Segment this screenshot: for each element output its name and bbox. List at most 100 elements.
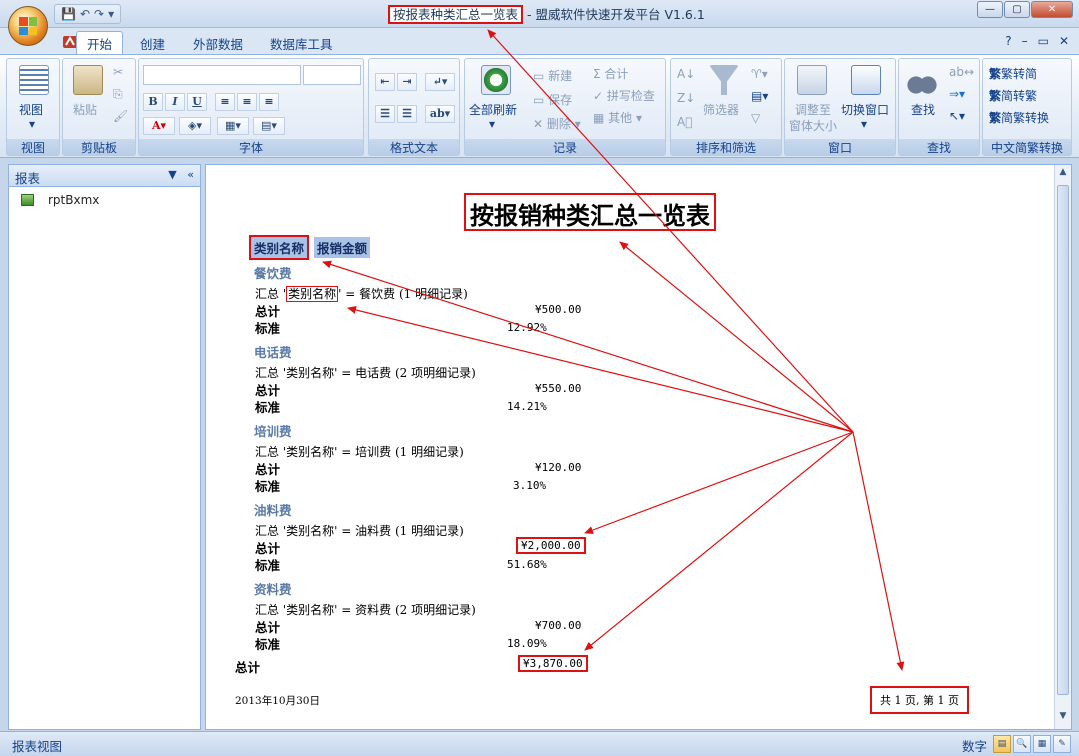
- find-button[interactable]: 查找: [911, 101, 935, 118]
- scroll-up-icon[interactable]: ▲: [1055, 167, 1071, 183]
- simplified-to-traditional-button[interactable]: 繁简转繁: [989, 87, 1037, 104]
- nav-item-rptbxmx[interactable]: rptBxmx: [21, 193, 99, 207]
- view-button[interactable]: 视图: [19, 101, 43, 118]
- cut-icon[interactable]: ✂: [113, 65, 123, 79]
- select-icon[interactable]: ↖▾: [949, 109, 965, 123]
- navigation-pane: 报表 ▼ « rptBxmx: [8, 164, 201, 730]
- align-left-icon[interactable]: ≡: [215, 93, 235, 111]
- totals-button[interactable]: Σ 合计: [593, 65, 628, 82]
- doc-restore-button[interactable]: ▭: [1038, 34, 1049, 48]
- window-controls: — ▢ ✕: [977, 1, 1073, 18]
- report-view-icon[interactable]: ▤: [993, 735, 1011, 753]
- filter-button[interactable]: 筛选器: [703, 101, 739, 118]
- size-to-fit-icon: [797, 65, 827, 95]
- goto-icon[interactable]: ⇒▾: [949, 87, 965, 101]
- group-standard: 18.09%: [507, 637, 547, 650]
- numbering-icon[interactable]: ☰: [375, 105, 395, 123]
- traditional-to-simplified-button[interactable]: 繁繁转简: [989, 65, 1037, 82]
- group-standard: 3.10%: [513, 479, 547, 492]
- refresh-all-button[interactable]: 全部刷新: [469, 101, 517, 118]
- group-find: 查找 ab↔ ⇒▾ ↖▾ 查找: [898, 58, 980, 156]
- design-view-icon[interactable]: ✎: [1053, 735, 1071, 753]
- group-records: 全部刷新 ▾ ▭ 新建 ▭ 保存 ✕ 删除 ▾ Σ 合计 ✓ 拼写检查 ▦ 其他…: [464, 58, 666, 156]
- group-label-clipboard: 剪贴板: [63, 139, 135, 155]
- bullets-icon[interactable]: ☰: [397, 105, 417, 123]
- switch-windows-dropdown-icon[interactable]: ▾: [861, 117, 867, 131]
- paste-button[interactable]: 粘贴: [73, 101, 97, 118]
- scroll-thumb[interactable]: [1057, 185, 1069, 695]
- copy-icon[interactable]: ⎘: [113, 87, 123, 102]
- alternate-fill-icon[interactable]: ▤▾: [253, 117, 285, 135]
- window-title-app: - 盟威软件快速开发平台 V1.6.1: [523, 7, 705, 22]
- minimize-button[interactable]: —: [977, 1, 1003, 18]
- size-to-fit-label-2: 窗体大小: [789, 119, 838, 133]
- tab-create[interactable]: 创建: [130, 32, 175, 55]
- report-date: 2013年10月30日: [235, 695, 320, 707]
- scroll-down-icon[interactable]: ▼: [1055, 711, 1071, 727]
- redo-icon[interactable]: ↷: [94, 7, 104, 21]
- more-button[interactable]: ▦ 其他 ▾: [593, 109, 642, 126]
- spelling-button[interactable]: ✓ 拼写检查: [593, 87, 655, 104]
- group-summary-line: 汇总 ' 类别名称 ' = 餐饮费 (1 明细记录): [255, 286, 468, 302]
- refresh-dropdown-icon[interactable]: ▾: [489, 117, 495, 131]
- nav-collapse-icon[interactable]: «: [187, 168, 194, 181]
- nav-dropdown-icon[interactable]: ▼: [168, 168, 176, 181]
- office-button[interactable]: [8, 6, 48, 46]
- summary-field-highlight: 类别名称: [286, 286, 339, 302]
- sort-descending-icon[interactable]: Z↓: [677, 91, 695, 105]
- close-button[interactable]: ✕: [1031, 1, 1073, 18]
- group-label-find: 查找: [899, 139, 979, 155]
- group-category: 餐饮费: [254, 266, 292, 281]
- font-color-icon[interactable]: A▾: [143, 117, 175, 135]
- underline-button[interactable]: U: [187, 93, 207, 111]
- sort-ascending-icon[interactable]: A↓: [677, 67, 695, 81]
- font-family-select[interactable]: [143, 65, 301, 85]
- replace-icon[interactable]: ab↔: [949, 65, 974, 79]
- font-size-select[interactable]: [303, 65, 361, 85]
- rtl-icon[interactable]: ↵▾: [425, 73, 455, 91]
- highlight-icon[interactable]: ab▾: [425, 105, 455, 123]
- gridlines-icon[interactable]: ▦▾: [217, 117, 249, 135]
- group-summary-line: 汇总 '类别名称' = 油料费 (1 明细记录): [255, 524, 464, 538]
- nav-header[interactable]: 报表 ▼ «: [9, 165, 200, 187]
- layout-view-icon[interactable]: ▦: [1033, 735, 1051, 753]
- tab-database-tools[interactable]: 数据库工具: [260, 32, 343, 55]
- tab-external-data[interactable]: 外部数据: [183, 32, 253, 55]
- undo-icon[interactable]: ↶: [80, 7, 90, 21]
- align-right-icon[interactable]: ≡: [259, 93, 279, 111]
- selection-filter-icon[interactable]: ♈▾: [751, 67, 768, 81]
- customize-qat-icon[interactable]: ▾: [108, 7, 114, 21]
- increase-indent-icon[interactable]: ⇥: [397, 73, 417, 91]
- maximize-button[interactable]: ▢: [1004, 1, 1030, 18]
- new-record-button[interactable]: ▭ 新建: [533, 67, 572, 84]
- help-icon[interactable]: ?: [1005, 34, 1011, 48]
- size-to-fit-button[interactable]: 调整至: [795, 101, 831, 118]
- group-label-rich-text: 格式文本: [369, 139, 459, 155]
- fill-color-icon[interactable]: ◈▾: [179, 117, 211, 135]
- print-preview-icon[interactable]: 🔍: [1013, 735, 1031, 753]
- doc-minimize-button[interactable]: –: [1022, 34, 1028, 48]
- standard-label: 标准: [255, 479, 281, 494]
- italic-button[interactable]: I: [165, 93, 185, 111]
- ribbon: 视图 ▾ 视图 粘贴 ✂ ⎘ 🖌 剪贴板 B I U ≡ ≡ ≡ A▾ ◈▾ ▦…: [0, 54, 1079, 158]
- tab-home[interactable]: 开始: [76, 31, 124, 55]
- group-total: ¥500.00: [535, 303, 582, 316]
- align-center-icon[interactable]: ≡: [237, 93, 257, 111]
- delete-record-button[interactable]: ✕ 删除 ▾: [533, 115, 581, 132]
- save-record-button[interactable]: ▭ 保存: [533, 91, 572, 108]
- group-summary-line: 汇总 '类别名称' = 电话费 (2 项明细记录): [255, 366, 476, 380]
- save-icon[interactable]: 💾: [61, 7, 76, 21]
- view-dropdown-icon[interactable]: ▾: [29, 117, 35, 131]
- advanced-filter-icon[interactable]: ▤▾: [751, 89, 768, 103]
- vertical-scrollbar[interactable]: ▲ ▼: [1054, 165, 1071, 729]
- doc-close-button[interactable]: ✕: [1059, 34, 1069, 48]
- decrease-indent-icon[interactable]: ⇤: [375, 73, 395, 91]
- column-header-amount: 报销金额: [314, 237, 371, 258]
- bold-button[interactable]: B: [143, 93, 163, 111]
- chinese-convert-button[interactable]: 繁简繁转换: [989, 109, 1049, 126]
- clear-sort-icon[interactable]: A⃠: [677, 115, 692, 129]
- switch-windows-button[interactable]: 切换窗口: [841, 101, 889, 118]
- format-painter-icon[interactable]: 🖌: [113, 109, 128, 123]
- toggle-filter-icon[interactable]: ▽: [751, 111, 760, 125]
- window-title: 按报表种类汇总一览表 - 盟威软件快速开发平台 V1.6.1: [388, 4, 705, 24]
